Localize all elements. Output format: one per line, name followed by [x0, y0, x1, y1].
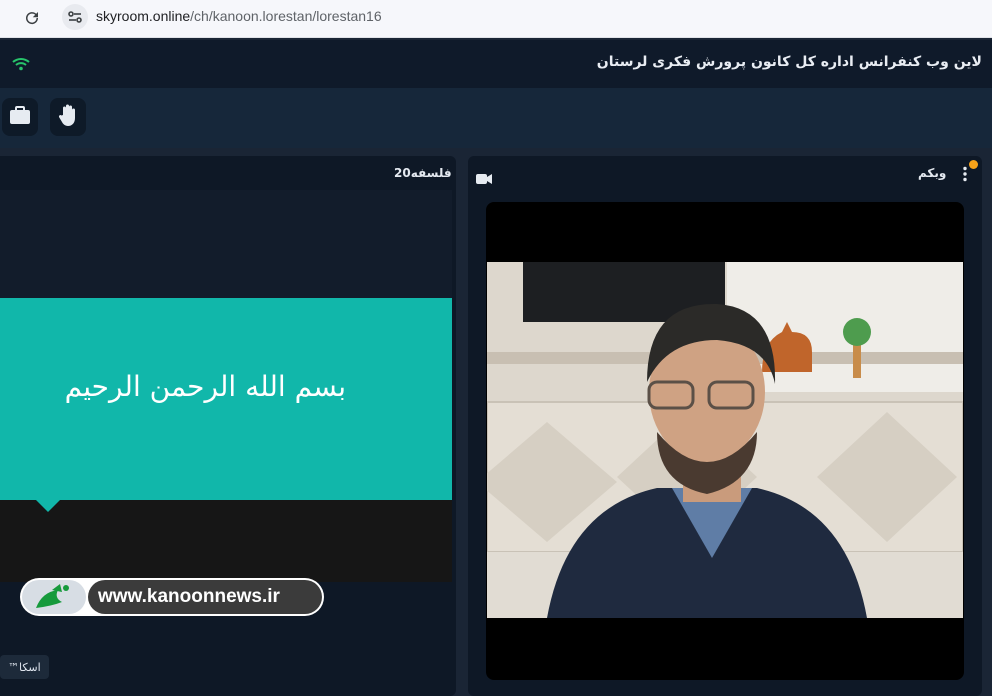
webcam-video — [487, 262, 963, 618]
raise-hand-button[interactable] — [50, 98, 86, 136]
app-root: skyroom.online/ch/kanoon.lorestan/lorest… — [0, 0, 992, 696]
watermark-text: www.kanoonnews.ir — [98, 586, 280, 607]
briefcase-button[interactable] — [2, 98, 38, 136]
reload-icon[interactable] — [20, 6, 44, 30]
webcam-title: وبکم — [918, 166, 947, 180]
kanoon-logo-icon — [22, 580, 86, 614]
briefcase-icon — [9, 105, 31, 129]
notification-dot — [969, 160, 978, 169]
slide-bottom-band — [0, 500, 452, 582]
hand-icon — [57, 103, 79, 131]
webcam-scene — [487, 262, 963, 618]
toolbar — [0, 88, 992, 148]
more-vertical-icon[interactable] — [962, 166, 968, 182]
browser-address-bar: skyroom.online/ch/kanoon.lorestan/lorest… — [0, 0, 992, 38]
site-info-icon[interactable] — [62, 4, 88, 30]
user-badge: اسکا™ — [0, 655, 49, 679]
slide-text: بسم الله الرحمن الرحیم — [64, 370, 346, 403]
url-path: /ch/kanoon.lorestan/lorestan16 — [190, 8, 382, 24]
url-domain: skyroom.online — [96, 8, 191, 24]
slide-pointer — [36, 500, 60, 512]
slide-top-band — [0, 190, 452, 298]
camera-icon — [476, 170, 492, 184]
app-header: لاین وب کنفرانس اداره کل کانون پرورش فکر… — [0, 40, 992, 88]
presentation-title: فلسفه20 — [394, 166, 452, 180]
wifi-icon — [12, 56, 30, 72]
url-field[interactable]: skyroom.online/ch/kanoon.lorestan/lorest… — [96, 8, 382, 24]
room-title: لاین وب کنفرانس اداره کل کانون پرورش فکر… — [596, 54, 982, 70]
